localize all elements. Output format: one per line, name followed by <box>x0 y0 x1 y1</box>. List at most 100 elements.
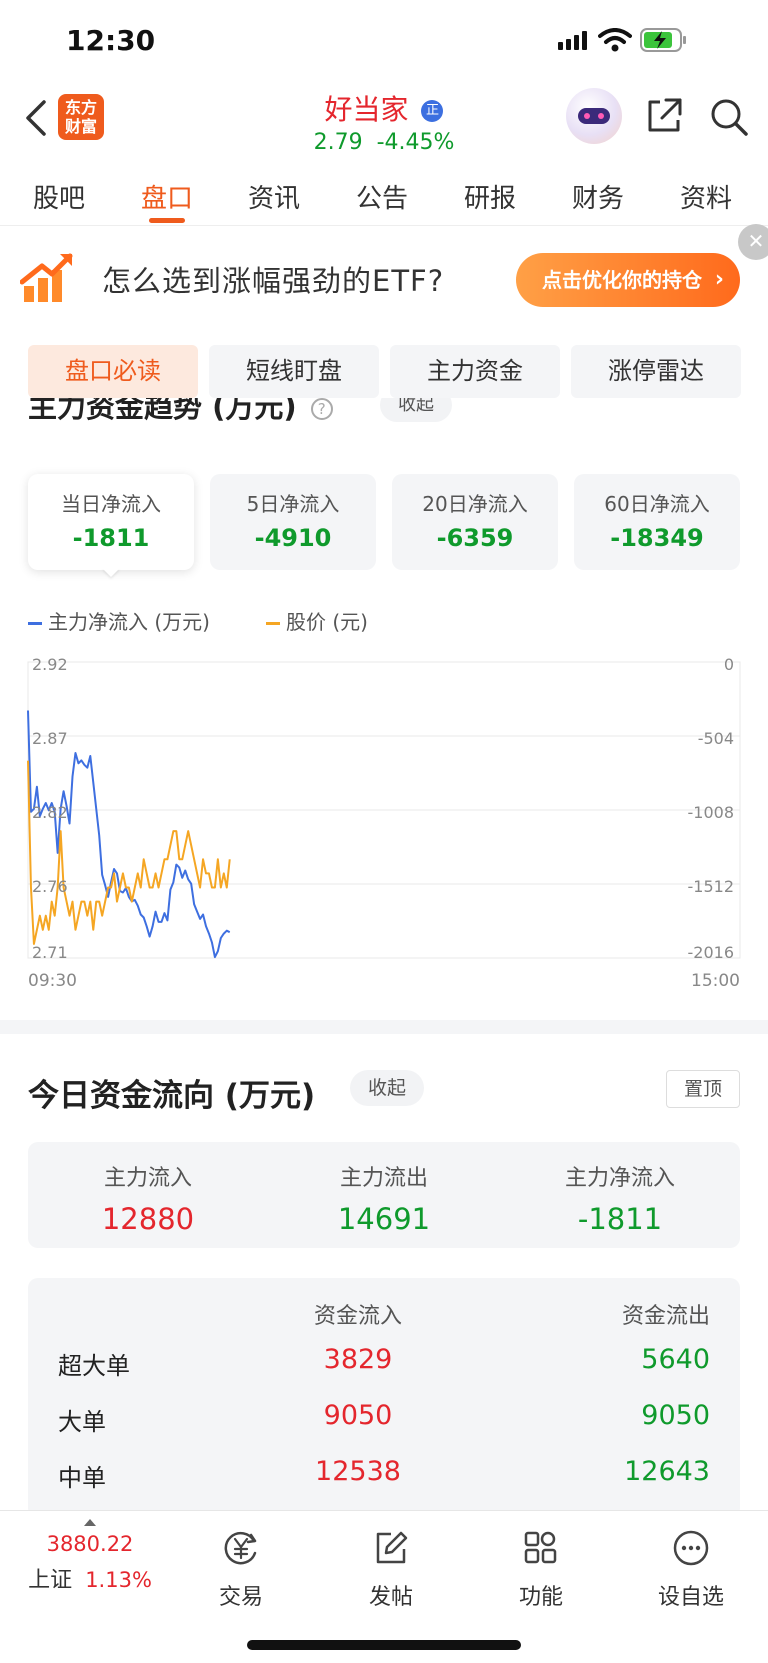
nav-functions[interactable]: 功能 <box>486 1529 596 1611</box>
banner-cta-button[interactable]: 点击优化你的持仓 › <box>516 253 740 307</box>
battery-icon <box>640 28 686 52</box>
tab-pankou[interactable]: 盘口 <box>122 178 212 215</box>
summary-main-net-inflow: 主力净流入 -1811 <box>520 1160 720 1236</box>
card-5day-net-inflow[interactable]: 5日净流入 -4910 <box>210 474 376 570</box>
grid-icon <box>524 1531 557 1564</box>
left-axis-tick-label: 2.71 <box>32 943 68 962</box>
table-row: 大单 9050 9050 <box>28 1388 740 1444</box>
trend-section-clip: 主力资金趋势 (万元) ? 收起 <box>0 398 768 438</box>
wifi-icon <box>598 28 632 52</box>
legend-inflow-label: 主力净流入 (万元) <box>48 610 210 634</box>
close-icon: ✕ <box>747 229 765 253</box>
more-dots-icon <box>673 1530 709 1566</box>
flow-collapse-button[interactable]: 收起 <box>350 1070 425 1106</box>
stock-price: 2.79 <box>313 130 363 155</box>
nav-add-watchlist[interactable]: 设自选 <box>636 1529 746 1611</box>
tab-research[interactable]: 研报 <box>445 178 535 215</box>
nav-trade[interactable]: 交易 <box>186 1529 296 1611</box>
tab-news[interactable]: 资讯 <box>229 178 319 215</box>
row-name: 超大单 <box>58 1352 130 1380</box>
card-value: -1811 <box>72 524 150 552</box>
trend-collapse-button[interactable]: 收起 <box>380 398 452 422</box>
nav-label: 发帖 <box>368 1585 413 1610</box>
right-axis-tick-label: -1512 <box>688 877 735 896</box>
right-axis-tick-label: 0 <box>724 655 734 674</box>
nav-post[interactable]: 发帖 <box>336 1529 446 1611</box>
growth-chart-icon <box>20 253 73 302</box>
index-change: 1.13% <box>85 1568 152 1592</box>
legend-price-label: 股价 (元) <box>286 610 368 634</box>
summary-label: 主力流入 <box>103 1166 192 1191</box>
summary-label: 主力净流入 <box>564 1166 675 1191</box>
subtab-limit-up-radar[interactable]: 涨停雷达 <box>571 345 741 398</box>
summary-label: 主力流出 <box>339 1166 428 1191</box>
nav-label: 设自选 <box>657 1585 724 1610</box>
stock-change: -4.45% <box>376 130 455 155</box>
index-value: 3880.22 <box>46 1532 134 1556</box>
card-today-net-inflow[interactable]: 当日净流入 -1811 <box>28 474 194 570</box>
right-axis-tick-label: -2016 <box>688 943 735 962</box>
edit-icon <box>376 1531 408 1564</box>
trade-yuan-icon <box>224 1531 257 1565</box>
nav-label: 交易 <box>218 1585 263 1610</box>
card-pointer <box>102 568 120 577</box>
summary-value: 12880 <box>101 1202 195 1236</box>
header-inflow: 资金流入 <box>313 1304 402 1329</box>
stock-name: 好当家 <box>324 93 409 126</box>
subtab-main-capital[interactable]: 主力资金 <box>390 345 560 398</box>
x-axis-end-label: 15:00 <box>691 971 740 991</box>
card-label: 60日净流入 <box>604 492 710 516</box>
card-label: 20日净流入 <box>422 492 528 516</box>
flow-summary: 主力流入 12880 主力流出 14691 主力净流入 -1811 <box>28 1142 740 1248</box>
row-outflow: 12643 <box>624 1456 710 1487</box>
row-inflow: 9050 <box>323 1400 393 1431</box>
summary-value: 14691 <box>337 1202 431 1236</box>
status-time: 12:30 <box>66 24 156 57</box>
row-outflow: 9050 <box>641 1400 710 1431</box>
caret-up-icon <box>84 1519 96 1526</box>
flow-section-title: 今日资金流向 (万元) <box>28 1078 316 1114</box>
share-icon[interactable] <box>644 96 684 136</box>
legend-price: 股价 (元) <box>266 606 368 635</box>
status-bar: 12:30 <box>0 0 768 84</box>
tab-finance[interactable]: 财务 <box>553 178 643 215</box>
left-axis-tick-label: 2.76 <box>32 877 68 896</box>
left-axis-tick-label: 2.87 <box>32 729 68 748</box>
banner-close-button[interactable]: ✕ <box>738 224 768 260</box>
row-name: 中单 <box>58 1464 106 1492</box>
card-20day-net-inflow[interactable]: 20日净流入 -6359 <box>392 474 558 570</box>
tab-announcements[interactable]: 公告 <box>337 178 427 215</box>
robot-assistant-avatar[interactable] <box>566 88 622 144</box>
pin-to-top-button[interactable]: 置顶 <box>666 1070 740 1108</box>
card-60day-net-inflow[interactable]: 60日净流入 -18349 <box>574 474 740 570</box>
right-axis-tick-label: -1008 <box>688 803 735 822</box>
main-tabs: 股吧 盘口 资讯 公告 研报 财务 资料 <box>0 168 768 226</box>
legend-inflow: 主力净流入 (万元) <box>28 606 210 635</box>
right-axis-tick-label: -504 <box>698 729 734 748</box>
nav-label: 功能 <box>518 1585 563 1610</box>
header-outflow: 资金流出 <box>621 1304 710 1329</box>
search-icon[interactable] <box>708 96 750 138</box>
summary-main-outflow: 主力流出 14691 <box>284 1160 484 1236</box>
row-inflow: 12538 <box>315 1456 401 1487</box>
help-icon[interactable]: ? <box>310 398 333 420</box>
banner-text: 怎么选到涨幅强劲的ETF? <box>102 264 445 298</box>
subtab-must-read[interactable]: 盘口必读 <box>28 345 198 398</box>
card-value: -6359 <box>436 524 514 552</box>
tab-profile[interactable]: 资料 <box>661 178 751 215</box>
x-axis-start-label: 09:30 <box>28 971 77 991</box>
capital-trend-chart[interactable]: 2.92 0 2.87 -504 2.82 -1008 2.76 -1512 2.71 -2016… <box>0 650 768 1000</box>
table-row: 超大单 3829 5640 <box>28 1332 740 1388</box>
tab-guba[interactable]: 股吧 <box>14 178 104 215</box>
active-tab-underline <box>149 218 185 223</box>
index-ticker[interactable]: 3880.22 上证 1.13% <box>20 1519 160 1594</box>
card-label: 5日净流入 <box>246 492 340 516</box>
subtab-short-term[interactable]: 短线盯盘 <box>209 345 379 398</box>
table-row: 中单 12538 12643 <box>28 1444 740 1500</box>
chevron-right-icon: › <box>714 267 724 292</box>
banner-cta-label: 点击优化你的持仓 <box>542 268 702 292</box>
home-indicator <box>247 1640 521 1650</box>
flow-detail-table: 资金流入 资金流出 超大单 3829 5640 大单 9050 9050 中单 … <box>28 1278 740 1518</box>
summary-value: -1811 <box>577 1202 663 1236</box>
promo-banner[interactable]: 怎么选到涨幅强劲的ETF? 点击优化你的持仓 › ✕ <box>0 224 768 328</box>
